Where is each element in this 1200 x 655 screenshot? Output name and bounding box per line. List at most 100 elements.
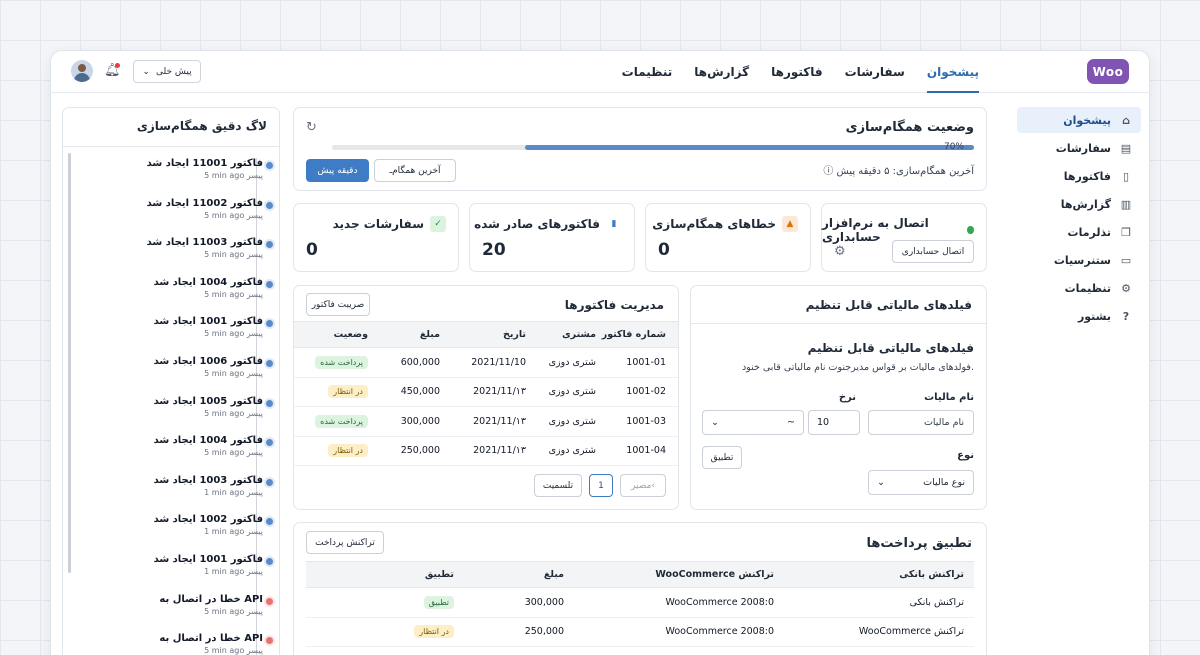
sidebar-item-help[interactable]: ? بشتور	[1017, 303, 1141, 329]
new-orders-value: 0	[306, 240, 318, 260]
nav-settings[interactable]: تنظیمات	[622, 51, 673, 93]
minutes-ago-button[interactable]: دقیقه پیش	[306, 159, 369, 182]
cell-pay-amount: 300,000	[454, 587, 564, 618]
col-bank-transaction: تراکنش بانکی	[774, 561, 974, 588]
table-row[interactable]: 1001-03 شتری دوزی 2021/11/۱۳ 300,000 پرداخت …	[294, 406, 678, 437]
orders-icon: ▤	[1120, 141, 1132, 155]
log-item-title: فاکتور 1001 ایجاد شد	[153, 554, 263, 565]
log-item[interactable]: خطا در اتصال به API 5 min ago پیسر	[78, 633, 273, 655]
sync-progress-bar	[332, 145, 974, 150]
tax-select[interactable]: ⌄ ~	[702, 410, 804, 435]
stat-new-orders: ✓ سفارشات جدید 0	[293, 203, 459, 272]
col-customer: مشتری	[526, 321, 596, 348]
log-scrollbar[interactable]	[68, 153, 71, 573]
log-item-title: فاکتور 1003 ایجاد شد	[153, 474, 263, 486]
woo-logo[interactable]: Woo	[1087, 59, 1129, 84]
nav-orders[interactable]: سفارشات	[845, 51, 905, 93]
refresh-icon[interactable]: ↻	[306, 120, 317, 135]
log-item[interactable]: فاکتور 11002 ایجاد شد 5 min ago پیسر	[78, 198, 273, 220]
log-dot-icon	[266, 360, 273, 367]
invoices-issued-title: ▮ فاکتورهای صادر شده	[474, 216, 622, 232]
log-item[interactable]: فاکتور 1004 ایجاد شد 5 min ago پیسر	[78, 277, 273, 299]
tax-description: فولدهای مالیات بر قواس مدیرجنوت نام مالی…	[741, 362, 974, 373]
cell-bank: تراکنش بانکی	[774, 587, 974, 618]
log-item-time: 5 min ago پیسر	[204, 250, 263, 260]
match-badge: تطبیق	[423, 595, 454, 609]
log-item[interactable]: فاکتور 1006 ایجاد شد 5 min ago پیسر	[78, 356, 273, 378]
gear-icon[interactable]: ⚙	[834, 244, 846, 259]
check-icon: ✓	[430, 216, 446, 232]
sidebar-item-invoices[interactable]: ▯ فاکتورها	[1017, 163, 1141, 189]
log-item[interactable]: فاکتور 1003 ایجاد شد 1 min ago پیسر	[78, 474, 273, 497]
log-item-title: فاکتور 1002 ایجاد شد	[153, 514, 263, 526]
tax-rate-input[interactable]: 10	[808, 410, 860, 435]
log-item[interactable]: فاکتور 1002 ایجاد شد 1 min ago پیسر	[78, 514, 273, 536]
nav-invoices[interactable]: فاکتورها	[771, 51, 823, 93]
status-badge: در انتظار	[328, 385, 368, 399]
workspace-dropdown[interactable]: پیش خلی ⌄	[133, 60, 201, 83]
payment-transaction-button[interactable]: تراکنش پرداخت	[306, 531, 384, 554]
sync-status-title: وضعیت همگام‌سازی	[845, 120, 974, 135]
sidebar-item-orders[interactable]: ▤ سفارشات	[1017, 135, 1141, 161]
nav-dashboard[interactable]: پیشخوان	[926, 51, 979, 93]
log-item[interactable]: فاکتور 1001 ایجاد شد 1 min ago پیسر	[78, 554, 273, 576]
sidebar-item-reminders[interactable]: ❐ تذلرمات	[1017, 219, 1141, 245]
nav-reports[interactable]: گزارش‌ها	[694, 51, 749, 93]
chevron-down-icon: ⌄	[142, 66, 150, 77]
log-dot-icon	[266, 478, 273, 486]
last-sync-text: ⓘ آخرین همگام‌سازی: ۵ دقیقه پیش	[823, 162, 974, 177]
table-row[interactable]: 1001-02 شتری دوزی 2021/11/۱۳ 450,000 در انتظ…	[294, 377, 678, 407]
tax-name-input[interactable]: نام مالیات	[868, 410, 974, 435]
cell-date: 2021/11/۱۳	[440, 436, 526, 466]
tax-apply-button[interactable]: تطبیق	[702, 446, 742, 469]
col-date: تاریخ	[440, 321, 526, 348]
tax-type-select[interactable]: ⌄ نوع مالیات	[868, 470, 974, 495]
manage-invoice-button[interactable]: صریبت فاکتور	[306, 293, 370, 316]
pager-prev[interactable]: مصیر‹	[620, 474, 666, 497]
log-item[interactable]: فاکتور 1004 ایجاد شد 5 min ago پیسر	[78, 435, 273, 457]
log-item[interactable]: فاکتور 1005 ایجاد شد 5 min ago پیسر	[78, 396, 273, 418]
log-item-time: 5 min ago پیسر	[204, 329, 263, 339]
new-orders-title: ✓ سفارشات جدید	[333, 216, 446, 232]
log-dot-icon	[266, 558, 273, 565]
main-nav: پیشخوان سفارشات فاکتورها گزارش‌ها تنظیما…	[622, 51, 979, 93]
log-item-title: خطا در اتصال به API	[159, 633, 263, 645]
table-row[interactable]: تراکنش WooCommerce WooCommerce 2008:0 250,…	[306, 617, 974, 647]
sidebar-item-cards[interactable]: ▭ ستنرسیات	[1017, 247, 1141, 273]
cell-woo: WooCommerce 2008:0	[564, 617, 774, 647]
log-item-time: 5 min ago پیسر	[204, 171, 263, 180]
sidebar-item-label: ستنرسیات	[1053, 253, 1111, 267]
pager-next[interactable]: تلسمیت	[534, 474, 582, 497]
log-item[interactable]: خطا در اتصال به API 5 min ago پیسر	[78, 594, 273, 616]
status-dot-icon	[967, 226, 974, 234]
log-item[interactable]: فاکتور 11001 ایجاد شد 5 min ago پیسر	[78, 158, 273, 180]
sync-errors-title: ▲ خطاهای همگام‌سازی	[652, 216, 798, 232]
sidebar-item-label: سفارشات	[1055, 141, 1111, 155]
log-item[interactable]: فاکتور 11003 ایجاد شد 5 min ago پیسر	[78, 237, 273, 260]
pager-page[interactable]: 1	[589, 474, 613, 497]
log-dot-icon	[266, 439, 273, 447]
card-icon: ▭	[1120, 253, 1132, 267]
sidebar-item-settings[interactable]: ⚙ تنظیمات	[1017, 275, 1141, 301]
cell-customer: شتری دوزی	[526, 406, 596, 437]
log-item-time: 5 min ago پیسر	[204, 289, 263, 299]
last-sync-button[interactable]: آخرین همگام‌ـ	[374, 159, 456, 182]
bell-icon[interactable]: 🔔︎	[104, 63, 121, 79]
table-row[interactable]: 1001-04 شتری دوزی 2021/11/۱۳ 250,000 در انتظ…	[294, 436, 678, 466]
tax-fields-card: فیلدهای مالیاتی قابل تنظیم فیلدهای مالیا…	[690, 285, 987, 510]
log-item[interactable]: فاکتور 1001 ایجاد شد 5 min ago پیسر	[78, 316, 273, 339]
sidebar-item-reports[interactable]: ▥ گزارش‌ها	[1017, 191, 1141, 217]
table-row[interactable]: 1001-01 شتری دوزی 2021/11/10 600,000 پرداخت …	[294, 347, 678, 378]
sync-log-panel: لاگ دقیق همگام‌سازی فاکتور 11001 ایجاد ش…	[62, 107, 280, 655]
connect-accounting-button[interactable]: اتصال حسابداری	[892, 240, 974, 263]
sync-errors-title-text: خطاهای همگام‌سازی	[652, 217, 776, 231]
status-badge: پرداخت شده	[315, 355, 368, 369]
col-status: وضعیت	[294, 321, 376, 348]
log-item-time: 5 min ago پیسر	[204, 210, 263, 220]
match-badge: در انتظار	[414, 625, 454, 639]
sidebar-item-dashboard[interactable]: ⌂ پیشخوان	[1017, 107, 1141, 133]
avatar[interactable]	[71, 60, 93, 82]
cell-date: 2021/11/۱۳	[440, 406, 526, 437]
table-row[interactable]: تراکنش بانکی WooCommerce 2008:0 300,000 تطب…	[306, 587, 974, 618]
log-dot-icon	[266, 399, 273, 407]
